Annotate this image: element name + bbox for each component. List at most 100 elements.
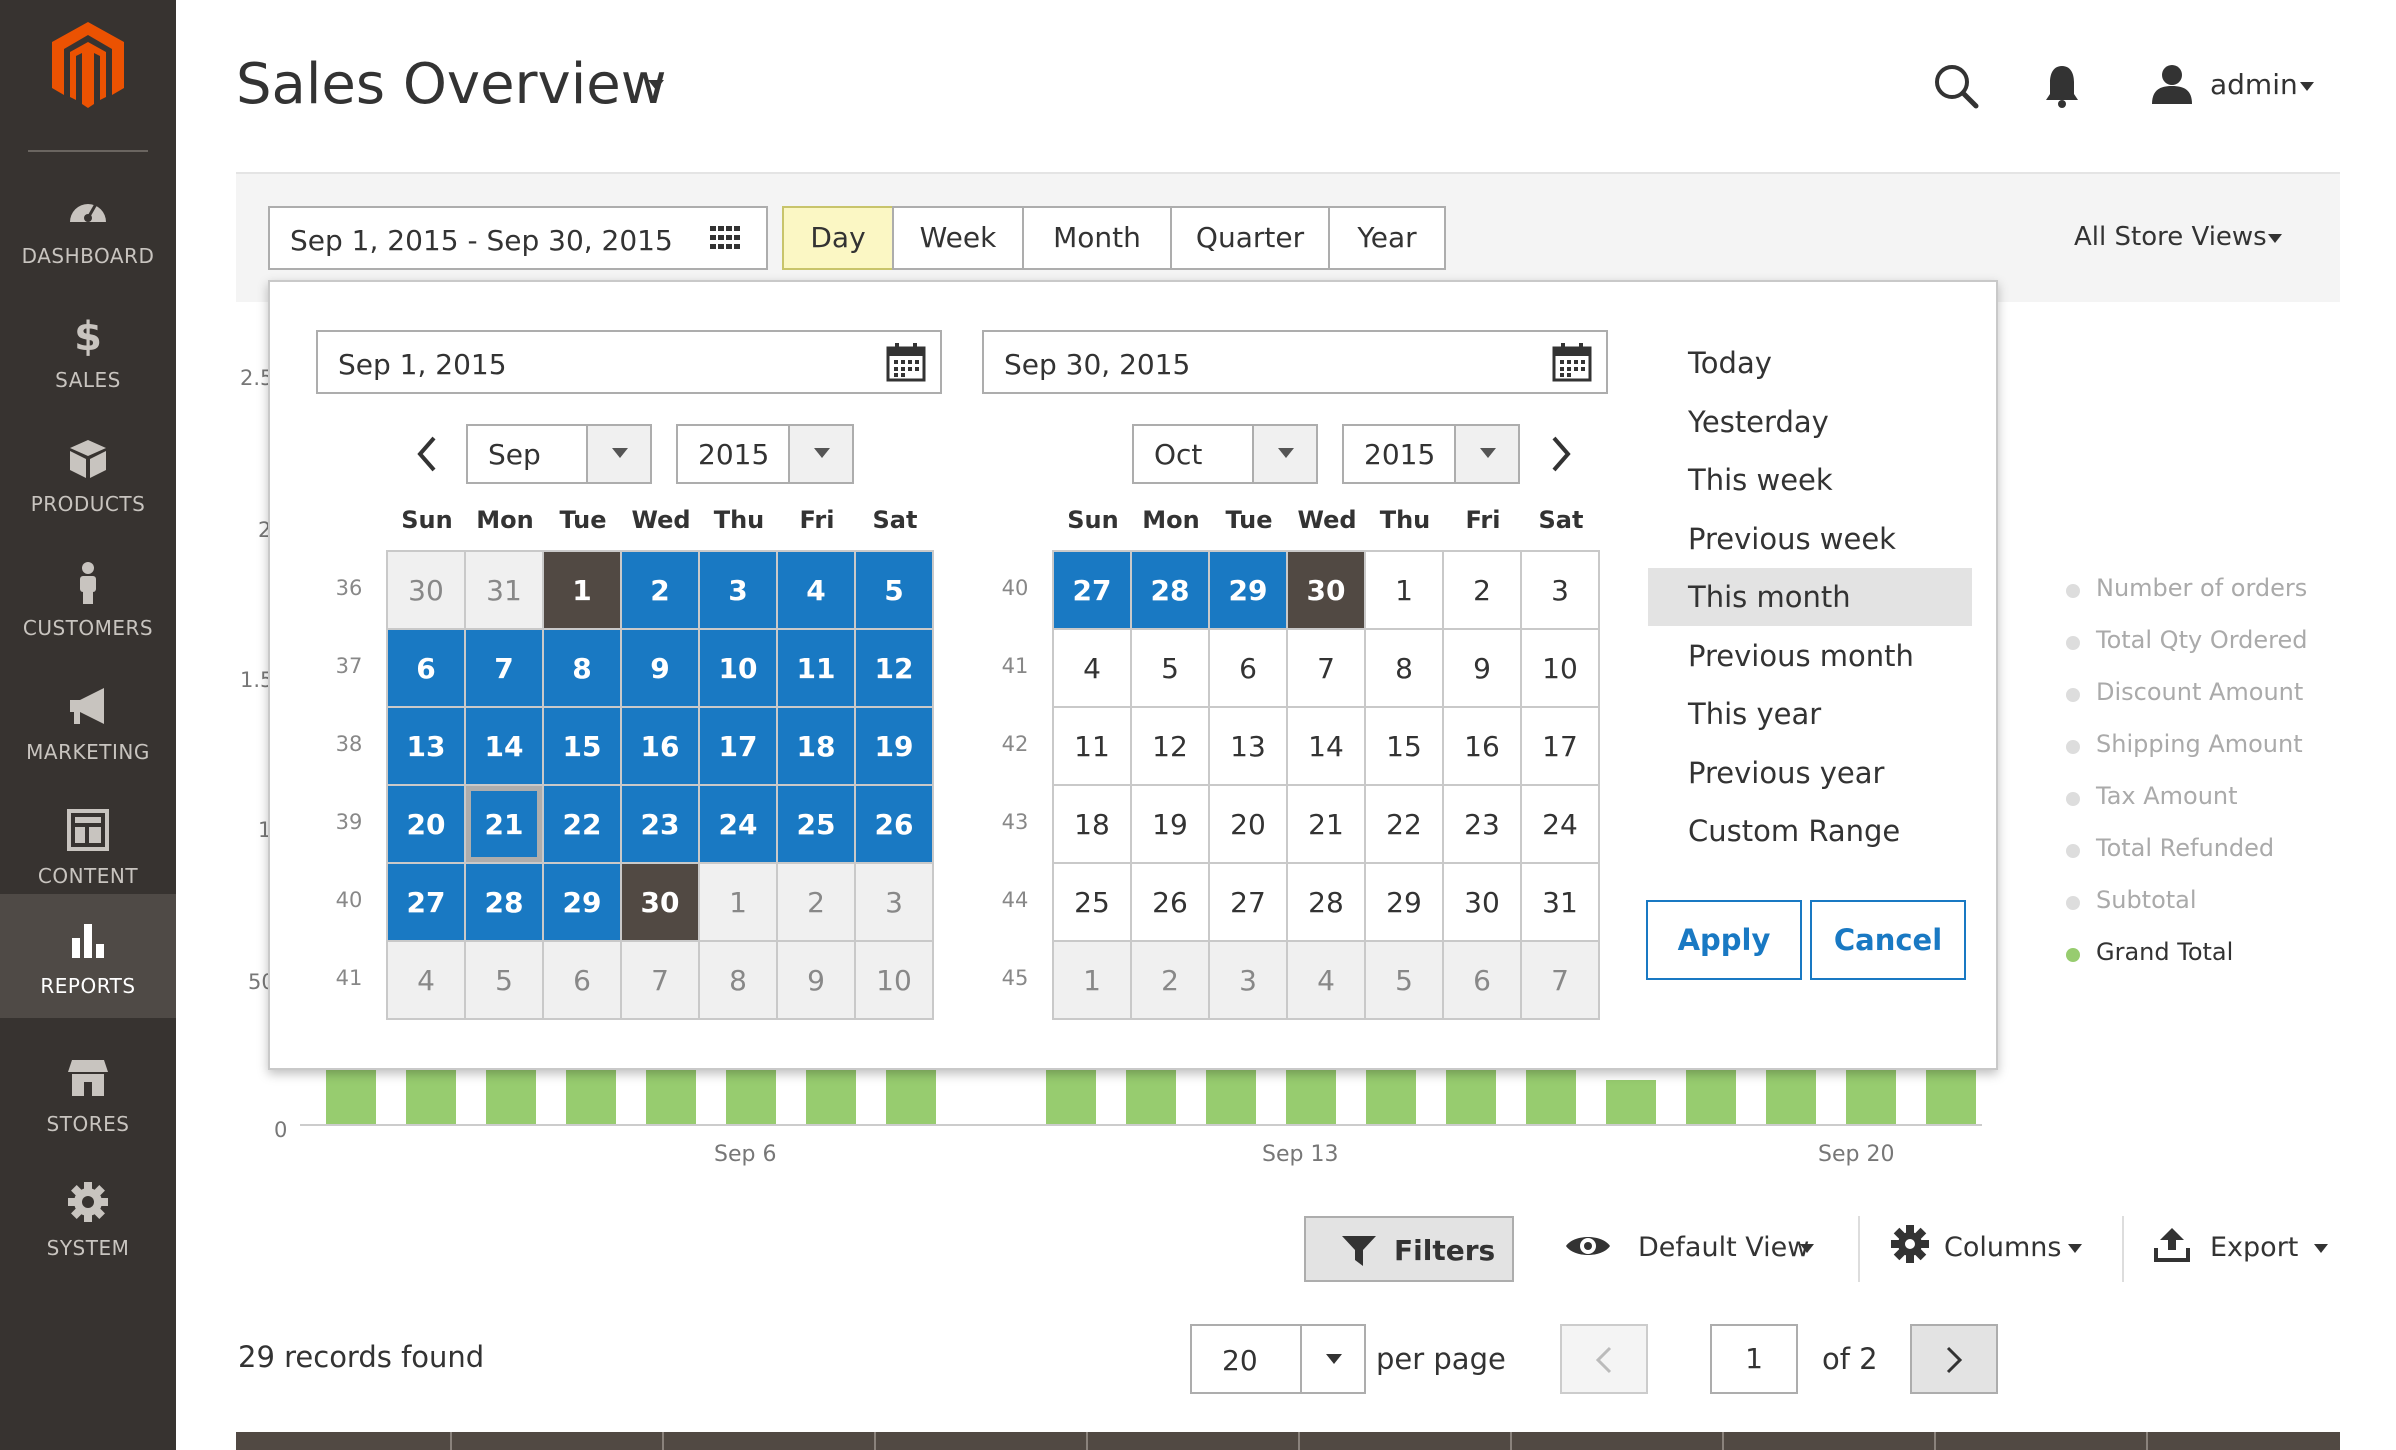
day-cell[interactable]: 3 <box>856 864 932 940</box>
day-cell[interactable]: 5 <box>856 552 932 628</box>
day-cell[interactable]: 7 <box>1288 630 1364 706</box>
day-cell[interactable]: 8 <box>1366 630 1442 706</box>
day-cell[interactable]: 30 <box>1288 552 1364 628</box>
cancel-button[interactable]: Cancel <box>1810 900 1966 980</box>
bell-icon[interactable] <box>2044 64 2080 108</box>
day-cell[interactable]: 13 <box>1210 708 1286 784</box>
search-icon[interactable] <box>1932 62 1980 110</box>
page-title[interactable]: Sales Overview <box>236 52 667 117</box>
day-cell[interactable]: 5 <box>1366 942 1442 1018</box>
day-cell[interactable]: 14 <box>466 708 542 784</box>
legend-item[interactable]: Grand Total <box>2066 938 2233 966</box>
day-cell[interactable]: 28 <box>1288 864 1364 940</box>
magento-logo-icon[interactable] <box>48 20 128 110</box>
day-cell[interactable]: 4 <box>778 552 854 628</box>
export-caret-icon[interactable] <box>2314 1244 2328 1253</box>
user-dropdown-caret-icon[interactable] <box>2300 82 2314 91</box>
chevron-down-icon[interactable] <box>586 426 650 482</box>
legend-item[interactable]: Discount Amount <box>2066 678 2303 706</box>
day-cell[interactable]: 1 <box>1366 552 1442 628</box>
legend-item[interactable]: Tax Amount <box>2066 782 2238 810</box>
day-cell[interactable]: 11 <box>778 630 854 706</box>
legend-item[interactable]: Total Qty Ordered <box>2066 626 2308 654</box>
day-cell[interactable]: 26 <box>1132 864 1208 940</box>
day-cell[interactable]: 27 <box>1054 552 1130 628</box>
day-cell[interactable]: 9 <box>778 942 854 1018</box>
legend-item[interactable]: Total Refunded <box>2066 834 2274 862</box>
admin-user-menu[interactable]: admin <box>2210 68 2298 101</box>
day-cell[interactable]: 6 <box>388 630 464 706</box>
store-dropdown-caret-icon[interactable] <box>2268 234 2282 243</box>
day-cell[interactable]: 28 <box>466 864 542 940</box>
day-cell[interactable]: 21 <box>466 786 542 862</box>
day-cell[interactable]: 1 <box>544 552 620 628</box>
nav-reports[interactable]: REPORTS <box>0 894 176 1018</box>
filters-button[interactable]: Filters <box>1304 1216 1514 1282</box>
view-caret-icon[interactable] <box>1800 1244 1814 1253</box>
day-cell[interactable]: 23 <box>622 786 698 862</box>
day-cell[interactable]: 15 <box>544 708 620 784</box>
day-cell[interactable]: 9 <box>1444 630 1520 706</box>
quick-range-item[interactable]: This week <box>1648 451 1972 509</box>
columns-caret-icon[interactable] <box>2068 1244 2082 1253</box>
day-cell[interactable]: 2 <box>778 864 854 940</box>
day-cell[interactable]: 13 <box>388 708 464 784</box>
quick-range-item[interactable]: Previous month <box>1648 627 1972 685</box>
nav-sales[interactable]: $ SALES <box>0 288 176 412</box>
left-month-select[interactable]: Sep <box>466 424 652 484</box>
day-cell[interactable]: 19 <box>1132 786 1208 862</box>
day-cell[interactable]: 8 <box>700 942 776 1018</box>
day-cell[interactable]: 23 <box>1444 786 1520 862</box>
day-cell[interactable]: 8 <box>544 630 620 706</box>
day-cell[interactable]: 4 <box>388 942 464 1018</box>
legend-item[interactable]: Subtotal <box>2066 886 2197 914</box>
day-cell[interactable]: 3 <box>1210 942 1286 1018</box>
day-cell[interactable]: 12 <box>1132 708 1208 784</box>
from-date-input[interactable]: Sep 1, 2015 <box>316 330 942 394</box>
day-cell[interactable]: 27 <box>388 864 464 940</box>
gear-icon[interactable] <box>1890 1224 1930 1264</box>
day-cell[interactable]: 17 <box>1522 708 1598 784</box>
chevron-right-icon[interactable] <box>1546 434 1576 474</box>
day-cell[interactable]: 25 <box>778 786 854 862</box>
day-cell[interactable]: 29 <box>1366 864 1442 940</box>
nav-products[interactable]: PRODUCTS <box>0 412 176 536</box>
day-cell[interactable]: 5 <box>466 942 542 1018</box>
nav-system[interactable]: SYSTEM <box>0 1156 176 1280</box>
page-number-input[interactable]: 1 <box>1710 1324 1798 1394</box>
right-month-select[interactable]: Oct <box>1132 424 1318 484</box>
quick-range-item[interactable]: Today <box>1648 334 1972 392</box>
quick-range-item[interactable]: This year <box>1648 685 1972 743</box>
export-icon[interactable] <box>2154 1226 2190 1262</box>
day-cell[interactable]: 20 <box>388 786 464 862</box>
day-cell[interactable]: 10 <box>856 942 932 1018</box>
day-cell[interactable]: 3 <box>700 552 776 628</box>
chevron-left-icon[interactable] <box>412 434 442 474</box>
per-page-select[interactable]: 20 <box>1190 1324 1366 1394</box>
day-cell[interactable]: 6 <box>1444 942 1520 1018</box>
nav-dashboard[interactable]: DASHBOARD <box>0 164 176 288</box>
quick-range-item[interactable]: Yesterday <box>1648 393 1972 451</box>
chevron-down-icon[interactable] <box>1252 426 1316 482</box>
nav-stores[interactable]: STORES <box>0 1032 176 1156</box>
prev-page-button[interactable] <box>1560 1324 1648 1394</box>
day-cell[interactable]: 24 <box>1522 786 1598 862</box>
to-date-input[interactable]: Sep 30, 2015 <box>982 330 1608 394</box>
export-dropdown[interactable]: Export <box>2210 1232 2298 1263</box>
day-cell[interactable]: 7 <box>1522 942 1598 1018</box>
period-week-button[interactable]: Week <box>892 206 1024 270</box>
period-month-button[interactable]: Month <box>1022 206 1172 270</box>
chevron-down-icon[interactable] <box>788 426 852 482</box>
store-view-switcher[interactable]: All Store Views <box>2074 222 2267 252</box>
day-cell[interactable]: 11 <box>1054 708 1130 784</box>
day-cell[interactable]: 2 <box>1444 552 1520 628</box>
day-cell[interactable]: 25 <box>1054 864 1130 940</box>
quick-range-item[interactable]: Custom Range <box>1648 802 1972 860</box>
day-cell[interactable]: 1 <box>1054 942 1130 1018</box>
calendar-icon[interactable] <box>1552 342 1592 382</box>
default-view-dropdown[interactable]: Default View <box>1638 1232 1809 1263</box>
nav-marketing[interactable]: MARKETING <box>0 660 176 784</box>
day-cell[interactable]: 5 <box>1132 630 1208 706</box>
period-quarter-button[interactable]: Quarter <box>1170 206 1330 270</box>
quick-range-item[interactable]: This month <box>1648 568 1972 626</box>
